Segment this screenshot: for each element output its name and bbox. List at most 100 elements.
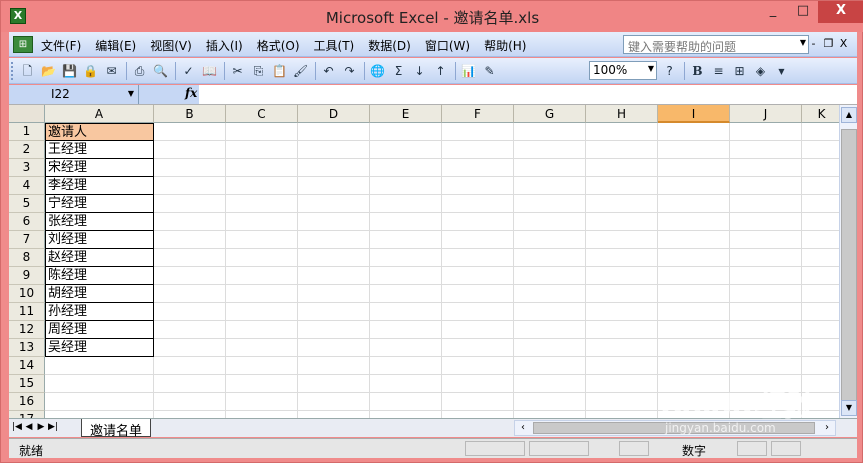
column-header-j[interactable]: J <box>730 105 802 123</box>
row-header-7[interactable]: 7 <box>9 231 45 249</box>
drawing-icon[interactable]: ✎ <box>481 63 498 80</box>
column-header-d[interactable]: D <box>298 105 370 123</box>
row-header-13[interactable]: 13 <box>9 339 45 357</box>
scroll-left-arrow[interactable]: ‹ <box>515 421 531 435</box>
scroll-down-arrow[interactable]: ▼ <box>841 400 857 416</box>
cut-icon[interactable]: ✂ <box>229 63 246 80</box>
cell-a6[interactable]: 张经理 <box>45 213 154 231</box>
chevron-down-icon[interactable]: ▼ <box>773 63 790 80</box>
format-painter-icon[interactable]: 🖌 <box>292 63 309 80</box>
row-header-4[interactable]: 4 <box>9 177 45 195</box>
autosum-icon[interactable]: Σ <box>390 63 407 80</box>
borders-icon[interactable]: ⊞ <box>731 63 748 80</box>
doc-close-button[interactable]: X <box>836 37 851 50</box>
vertical-scrollbar[interactable]: ▲ ▼ <box>839 105 857 418</box>
next-sheet-icon[interactable]: ▶ <box>35 422 47 432</box>
sort-ascending-icon[interactable]: ↓ <box>411 63 428 80</box>
prev-sheet-icon[interactable]: ◀ <box>23 422 35 432</box>
worksheet-grid[interactable]: ABCDEFGHIJK1234567891011121314151617邀请人王… <box>9 105 839 418</box>
zoom-select[interactable]: 100% ▼ <box>589 61 657 80</box>
vertical-scroll-thumb[interactable] <box>841 129 857 402</box>
fill-color-icon[interactable]: ◈ <box>752 63 769 80</box>
cell-a13[interactable]: 吴经理 <box>45 339 154 357</box>
column-header-a[interactable]: A <box>45 105 154 123</box>
cell-a3[interactable]: 宋经理 <box>45 159 154 177</box>
row-header-2[interactable]: 2 <box>9 141 45 159</box>
menu-file[interactable]: 文件(F) <box>41 37 81 54</box>
print-icon[interactable]: ⎙ <box>131 63 148 80</box>
row-header-5[interactable]: 5 <box>9 195 45 213</box>
cell-a7[interactable]: 刘经理 <box>45 231 154 249</box>
formula-input[interactable] <box>203 86 853 103</box>
bold-button[interactable]: B <box>689 63 706 80</box>
email-icon[interactable]: ✉ <box>103 63 120 80</box>
menu-format[interactable]: 格式(O) <box>257 37 300 54</box>
row-header-1[interactable]: 1 <box>9 123 45 141</box>
menu-view[interactable]: 视图(V) <box>150 37 192 54</box>
cell-a5[interactable]: 宁经理 <box>45 195 154 213</box>
cell-a12[interactable]: 周经理 <box>45 321 154 339</box>
cell-a2[interactable]: 王经理 <box>45 141 154 159</box>
doc-minimize-button[interactable]: - <box>806 37 821 50</box>
row-header-6[interactable]: 6 <box>9 213 45 231</box>
row-header-16[interactable]: 16 <box>9 393 45 411</box>
chevron-down-icon[interactable]: ▼ <box>128 89 134 98</box>
menu-help[interactable]: 帮助(H) <box>484 37 526 54</box>
row-header-14[interactable]: 14 <box>9 357 45 375</box>
row-header-10[interactable]: 10 <box>9 285 45 303</box>
chevron-down-icon[interactable]: ▼ <box>648 64 654 73</box>
function-icon[interactable]: fx <box>185 86 197 100</box>
redo-icon[interactable]: ↷ <box>341 63 358 80</box>
cell-a4[interactable]: 李经理 <box>45 177 154 195</box>
cell-a8[interactable]: 赵经理 <box>45 249 154 267</box>
minimize-button[interactable]: _ <box>758 1 788 23</box>
cell-a10[interactable]: 胡经理 <box>45 285 154 303</box>
open-folder-icon[interactable]: 📂 <box>40 63 57 80</box>
menu-data[interactable]: 数据(D) <box>368 37 411 54</box>
help-search-input[interactable]: 键入需要帮助的问题 ▼ <box>623 35 809 54</box>
column-header-k[interactable]: K <box>802 105 839 123</box>
hyperlink-icon[interactable]: 🌐 <box>369 63 386 80</box>
column-header-b[interactable]: B <box>154 105 226 123</box>
scroll-up-arrow[interactable]: ▲ <box>841 107 857 123</box>
paste-icon[interactable]: 📋 <box>271 63 288 80</box>
first-sheet-icon[interactable]: |◀ <box>11 422 23 432</box>
undo-icon[interactable]: ↶ <box>320 63 337 80</box>
spelling-icon[interactable]: ✓ <box>180 63 197 80</box>
column-header-g[interactable]: G <box>514 105 586 123</box>
row-header-15[interactable]: 15 <box>9 375 45 393</box>
column-header-h[interactable]: H <box>586 105 658 123</box>
name-box[interactable]: I22 ▼ <box>9 85 139 104</box>
permission-icon[interactable]: 🔒 <box>82 63 99 80</box>
menu-edit[interactable]: 编辑(E) <box>95 37 136 54</box>
workbook-icon[interactable]: ⊞ <box>13 36 33 53</box>
toolbar-grip[interactable] <box>11 62 14 80</box>
chart-wizard-icon[interactable]: 📊 <box>460 63 477 80</box>
save-icon[interactable]: 💾 <box>61 63 78 80</box>
column-header-i[interactable]: I <box>658 105 730 123</box>
cell-a11[interactable]: 孙经理 <box>45 303 154 321</box>
row-header-17[interactable]: 17 <box>9 411 45 418</box>
help-icon[interactable]: ? <box>661 63 678 80</box>
research-icon[interactable]: 📖 <box>201 63 218 80</box>
row-header-9[interactable]: 9 <box>9 267 45 285</box>
sort-descending-icon[interactable]: ↑ <box>432 63 449 80</box>
select-all-corner[interactable] <box>9 105 45 123</box>
menu-tools[interactable]: 工具(T) <box>314 37 355 54</box>
sheet-tab-active[interactable]: 邀请名单 <box>81 419 152 439</box>
doc-restore-button[interactable]: ❐ <box>821 37 836 50</box>
row-header-12[interactable]: 12 <box>9 321 45 339</box>
column-header-c[interactable]: C <box>226 105 298 123</box>
maximize-button[interactable]: □ <box>788 1 818 23</box>
column-header-e[interactable]: E <box>370 105 442 123</box>
row-header-3[interactable]: 3 <box>9 159 45 177</box>
row-header-11[interactable]: 11 <box>9 303 45 321</box>
row-header-8[interactable]: 8 <box>9 249 45 267</box>
menu-window[interactable]: 窗口(W) <box>425 37 470 54</box>
cell-a9[interactable]: 陈经理 <box>45 267 154 285</box>
column-header-f[interactable]: F <box>442 105 514 123</box>
align-center-icon[interactable]: ≡ <box>710 63 727 80</box>
close-button[interactable]: X <box>818 1 863 23</box>
print-preview-icon[interactable]: 🔍 <box>152 63 169 80</box>
last-sheet-icon[interactable]: ▶| <box>47 422 59 432</box>
